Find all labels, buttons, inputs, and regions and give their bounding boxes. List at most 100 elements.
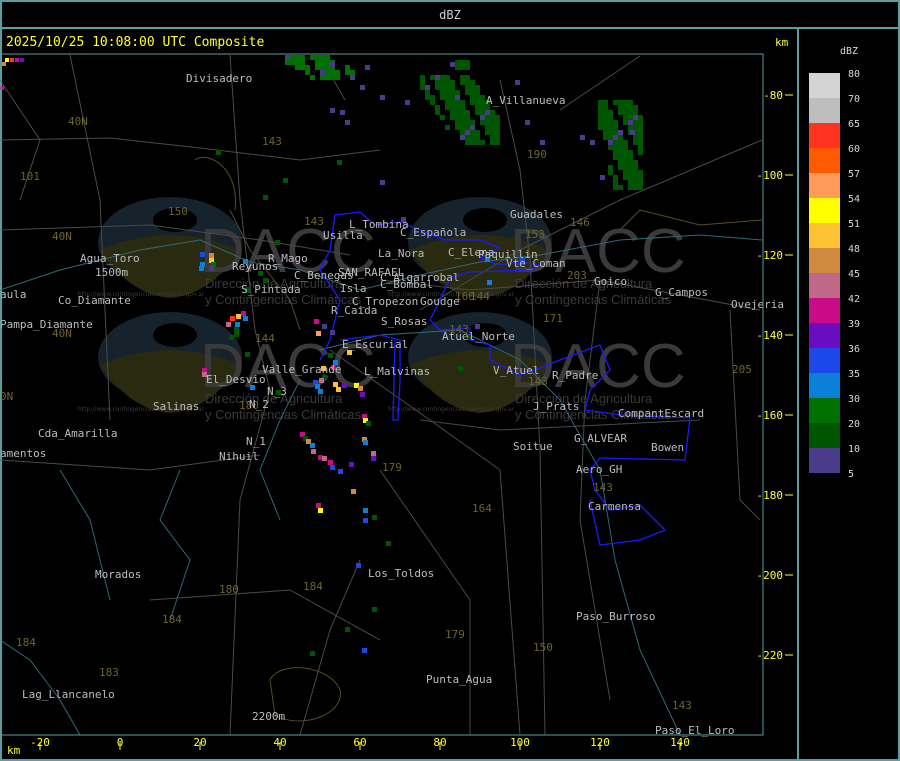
- radar-map[interactable]: 2025/10/25 10:08:00 UTC Composite km km …: [0, 0, 900, 761]
- legend-label: 51: [848, 219, 860, 230]
- radar-echo-cell: [480, 100, 485, 105]
- place-label: Punta_Agua: [426, 673, 492, 686]
- route-number: 164: [472, 502, 492, 515]
- radar-echo-cell: [485, 125, 490, 130]
- place-label: J_Prats: [533, 400, 579, 413]
- radar-echo-cell: [490, 130, 495, 135]
- radar-echo-cell: [598, 115, 603, 120]
- radar-echo-cell: [440, 90, 445, 95]
- x-tick-label: 0: [117, 736, 124, 749]
- radar-echo-cell: [618, 110, 623, 115]
- route-number: 40N: [52, 230, 72, 243]
- radar-echo-cell: [386, 541, 391, 546]
- place-label: Agua_Toro: [80, 252, 140, 265]
- radar-echo-cell: [495, 120, 500, 125]
- radar-echo-cell: [618, 140, 623, 145]
- radar-echo-cell: [290, 60, 295, 65]
- legend-label: 45: [848, 269, 860, 280]
- route-number: 203: [567, 269, 587, 282]
- radar-echo-cell: [633, 175, 638, 180]
- radar-echo-cell: [598, 125, 603, 130]
- radar-echo-cell: [618, 105, 623, 110]
- radar-echo-cell: [490, 115, 495, 120]
- radar-echo-cell: [633, 185, 638, 190]
- radar-echo-cell: [475, 135, 480, 140]
- radar-echo-cell: [460, 100, 465, 105]
- radar-echo-cell: [363, 440, 368, 445]
- radar-echo-cell: [495, 135, 500, 140]
- legend-swatch: [809, 223, 840, 248]
- radar-echo-cell: [380, 95, 385, 100]
- route-number: 143: [262, 135, 282, 148]
- radar-echo-cell: [349, 462, 354, 467]
- radar-echo-cell: [475, 90, 480, 95]
- radar-echo-cell: [350, 75, 355, 80]
- radar-echo-cell: [450, 62, 455, 67]
- route-number: 150: [533, 641, 553, 654]
- radar-echo-cell: [450, 110, 455, 115]
- y-axis-unit: km: [775, 36, 789, 49]
- radar-echo-cell: [283, 178, 288, 183]
- place-label: L_Malvinas: [364, 365, 430, 378]
- radar-echo-cell: [310, 55, 315, 60]
- route-number: 143: [593, 481, 613, 494]
- legend-label: 35: [848, 369, 860, 380]
- radar-echo-cell: [435, 75, 440, 80]
- route-number: 146: [570, 216, 590, 229]
- place-label: S_Rosas: [381, 315, 427, 328]
- radar-echo-cell: [460, 115, 465, 120]
- radar-echo-cell: [455, 120, 460, 125]
- place-label: Goudge: [420, 295, 460, 308]
- radar-echo-cell: [300, 55, 305, 60]
- radar-echo-cell: [623, 175, 628, 180]
- radar-echo-cell: [475, 140, 480, 145]
- place-label: R_Mago: [268, 252, 308, 265]
- radar-echo-cell: [628, 155, 633, 160]
- radar-echo-cell: [475, 105, 480, 110]
- radar-echo-cell: [20, 58, 24, 62]
- radar-echo-cell: [628, 125, 633, 130]
- radar-echo-cell: [638, 140, 643, 145]
- radar-echo-cell: [455, 95, 460, 100]
- radar-echo-cell: [628, 165, 633, 170]
- place-label: Guadales: [510, 208, 563, 221]
- radar-echo-cell: [480, 115, 485, 120]
- radar-echo-cell: [440, 85, 445, 90]
- place-label: V_Atuel: [493, 364, 539, 377]
- route-number: 150: [168, 205, 188, 218]
- radar-echo-cell: [630, 130, 635, 135]
- radar-echo-cell: [328, 460, 333, 465]
- place-label: Isla: [340, 282, 367, 295]
- radar-echo-cell: [420, 85, 425, 90]
- radar-echo-cell: [430, 95, 435, 100]
- place-label: Soitue: [513, 440, 553, 453]
- place-label: C_Bombal: [380, 278, 433, 291]
- radar-echo-cell: [234, 327, 239, 332]
- radar-echo-cell: [325, 65, 330, 70]
- radar-echo-cell: [440, 95, 445, 100]
- radar-echo-cell: [628, 100, 633, 105]
- radar-echo-cell: [638, 115, 643, 120]
- radar-echo-cell: [618, 135, 623, 140]
- radar-echo-cell: [333, 382, 338, 387]
- radar-echo-cell: [608, 115, 613, 120]
- place-label: Usilla: [323, 229, 363, 242]
- radar-echo-cell: [633, 170, 638, 175]
- radar-echo-cell: [525, 120, 530, 125]
- place-label: Divisadero: [186, 72, 252, 85]
- y-tick-label: -180: [757, 489, 784, 502]
- radar-echo-cell: [485, 115, 490, 120]
- radar-echo-cell: [623, 120, 628, 125]
- radar-echo-cell: [638, 120, 643, 125]
- radar-echo-cell: [455, 110, 460, 115]
- radar-echo-cell: [234, 332, 239, 337]
- place-label: CompantEscard: [618, 407, 704, 420]
- radar-echo-cell: [235, 322, 240, 327]
- radar-echo-cell: [455, 105, 460, 110]
- radar-echo-cell: [362, 648, 367, 653]
- legend-swatch: [809, 123, 840, 148]
- radar-echo-cell: [608, 145, 613, 150]
- radar-echo-cell: [633, 165, 638, 170]
- radar-echo-cell: [465, 115, 470, 120]
- radar-echo-cell: [285, 60, 290, 65]
